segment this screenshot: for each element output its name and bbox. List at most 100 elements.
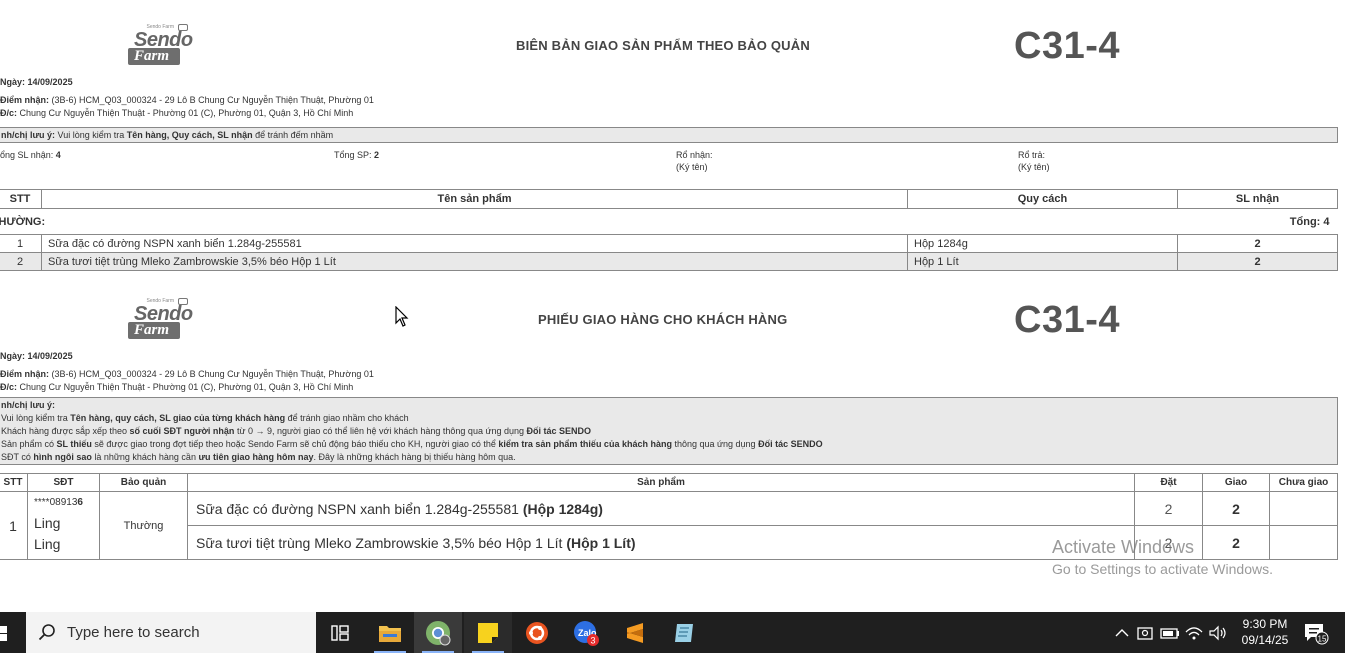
system-tray <box>1110 612 1230 653</box>
table-header-row: STT Tên sản phẩm Quy cách SL nhận <box>0 189 1338 209</box>
battery-icon[interactable] <box>1158 623 1182 643</box>
doc1-note-box: nh/chị lưu ý: Vui lòng kiểm tra Tên hàng… <box>0 127 1338 143</box>
sendo-farm-logo: Sendo Farm Sendo Farm <box>128 298 193 344</box>
doc2-note-3: Sản phẩm có SL thiếu sẽ được giao trong … <box>1 439 823 449</box>
sublime-icon <box>627 622 643 643</box>
row-qty: 2 <box>1177 252 1338 271</box>
volume-icon[interactable] <box>1206 623 1230 643</box>
task-view-icon <box>331 624 349 641</box>
item-ordered: 2 <box>1134 491 1203 526</box>
row-product-name: Sữa tươi tiệt trùng Mleko Zambrowskie 3,… <box>41 252 908 271</box>
sticky-notes-button[interactable] <box>464 612 512 653</box>
row-product-name: Sữa đặc có đường NSPN xanh biển 1.284g-2… <box>41 234 908 253</box>
col-phone: SĐT <box>27 473 100 492</box>
table-header-row: STT SĐT Bảo quản Sản phẩm Đặt Giao Chưa … <box>0 473 1338 492</box>
table-row: 1 Sữa đặc có đường NSPN xanh biển 1.284g… <box>0 234 1338 253</box>
doc1-product-table: STT Tên sản phẩm Quy cách SL nhận HƯỜNG:… <box>0 189 1338 271</box>
item-pending <box>1269 491 1338 526</box>
notepad-icon <box>675 623 693 642</box>
taskbar-clock[interactable]: 9:30 PM 09/14/25 <box>1234 616 1296 648</box>
windows-taskbar: Type here to search Zalo 3 9:30 PM 09/14… <box>0 612 1345 653</box>
chrome-icon <box>426 620 451 645</box>
doc2-note-2: Khách hàng được sắp xếp theo số cuối SĐT… <box>1 426 592 436</box>
col-product: Sản phẩm <box>187 473 1135 492</box>
file-explorer-button[interactable] <box>366 612 414 653</box>
activate-windows-title: Activate Windows <box>1052 537 1195 557</box>
group-total: Tổng: 4 <box>1289 215 1330 228</box>
doc1-basket-receive: Rổ nhận: (Ký tên) <box>676 150 713 172</box>
row-qty: 2 <box>1177 234 1338 253</box>
row-spec: Hộp 1284g <box>907 234 1178 253</box>
notification-count: 15 <box>1318 634 1327 643</box>
clock-date: 09/14/25 <box>1241 633 1289 647</box>
doc2-address: Đ/c: Chung Cư Nguyễn Thiện Thuật - Phườn… <box>0 382 354 392</box>
logo-farm-text: Farm <box>128 322 180 339</box>
zalo-button[interactable]: Zalo 3 <box>562 612 610 653</box>
sticky-notes-icon <box>478 622 498 643</box>
folder-icon <box>379 625 401 642</box>
doc1-total-received: ổng SL nhận: 4 <box>0 150 61 160</box>
doc2-note-title: nh/chị lưu ý: <box>1 400 56 410</box>
col-stt: STT <box>0 473 28 492</box>
col-spec: Quy cách <box>907 189 1178 209</box>
row-stt: 1 <box>0 491 28 560</box>
doc1-title: BIÊN BẢN GIAO SẢN PHẨM THEO BẢO QUẢN <box>516 38 810 53</box>
col-qty-received: SL nhận <box>1177 189 1338 209</box>
zalo-badge: 3 <box>591 635 596 645</box>
search-icon <box>38 624 55 641</box>
item-delivered: 2 <box>1202 491 1270 526</box>
doc1-receive-point: Điểm nhận: (3B-6) HCM_Q03_000324 - 29 Lô… <box>0 95 374 105</box>
start-button[interactable] <box>0 612 26 653</box>
row-stt: 2 <box>0 252 42 271</box>
col-ordered: Đặt <box>1134 473 1203 492</box>
customer-cell: ****089136 Ling Ling <box>27 491 100 560</box>
customer-name: Ling Ling <box>34 515 61 552</box>
logo-sendo-text: Sendo <box>134 303 193 325</box>
doc2-code: C31-4 <box>1014 299 1120 341</box>
task-view-button[interactable] <box>316 612 364 653</box>
item-product: Sữa tươi tiệt trùng Mleko Zambrowskie 3,… <box>187 525 1135 560</box>
row-storage: Thường <box>99 491 188 560</box>
document-canvas: Sendo Farm Sendo Farm BIÊN BẢN GIAO SẢN … <box>0 0 1345 612</box>
row-stt: 1 <box>0 234 42 253</box>
sendo-farm-logo: Sendo Farm Sendo Farm <box>128 24 193 70</box>
windows-logo-icon <box>0 626 7 633</box>
ubuntu-button[interactable] <box>513 612 561 653</box>
doc2-date: Ngày: 14/09/2025 <box>0 351 73 361</box>
logo-sendo-text: Sendo <box>134 29 193 51</box>
doc2-note-4: SĐT có hình ngôi sao là những khách hàng… <box>1 452 516 462</box>
chevron-up-icon[interactable] <box>1110 623 1134 643</box>
sublime-button[interactable] <box>611 612 659 653</box>
chrome-button[interactable] <box>414 612 462 653</box>
col-delivered: Giao <box>1202 473 1270 492</box>
logo-farm-text: Farm <box>128 48 180 65</box>
table-row: 1 ****089136 Ling Ling Thường Sữa đặc có … <box>0 491 1338 560</box>
wifi-icon[interactable] <box>1182 623 1206 643</box>
item-pending <box>1269 525 1338 560</box>
taskbar-search-box[interactable]: Type here to search <box>26 612 316 653</box>
row-spec: Hộp 1 Lít <box>907 252 1178 271</box>
col-storage: Bảo quản <box>99 473 188 492</box>
doc2-note-1: Vui lòng kiểm tra Tên hàng, quy cách, SL… <box>1 413 409 423</box>
notification-center-button[interactable]: 15 <box>1296 612 1336 653</box>
col-pending: Chưa giao <box>1269 473 1338 492</box>
mouse-cursor-icon <box>395 306 409 327</box>
item-product: Sữa đặc có đường NSPN xanh biển 1.284g-2… <box>187 491 1135 526</box>
table-row: 2 Sữa tươi tiệt trùng Mleko Zambrowskie … <box>0 252 1338 271</box>
doc1-code: C31-4 <box>1014 25 1120 67</box>
doc1-total-sp: Tổng SP: 2 <box>334 150 380 160</box>
doc1-date: Ngày: 14/09/2025 <box>0 77 73 87</box>
col-product-name: Tên sản phẩm <box>41 189 908 209</box>
col-stt: STT <box>0 189 42 209</box>
meet-now-icon[interactable] <box>1134 623 1158 643</box>
doc1-address: Đ/c: Chung Cư Nguyễn Thiện Thuật - Phườn… <box>0 108 354 118</box>
notepad-button[interactable] <box>660 612 708 653</box>
doc1-basket-return: Rổ trả: (Ký tên) <box>1018 150 1050 172</box>
doc2-title: PHIẾU GIAO HÀNG CHO KHÁCH HÀNG <box>538 312 788 327</box>
clock-time: 9:30 PM <box>1242 617 1288 631</box>
item-delivered: 2 <box>1202 525 1270 560</box>
customer-phone: ****089136 <box>34 497 83 508</box>
activate-windows-subtitle: Go to Settings to activate Windows. <box>1052 561 1273 577</box>
search-placeholder: Type here to search <box>67 624 200 641</box>
doc1-note-text: nh/chị lưu ý: Vui lòng kiểm tra Tên hàng… <box>1 130 334 140</box>
